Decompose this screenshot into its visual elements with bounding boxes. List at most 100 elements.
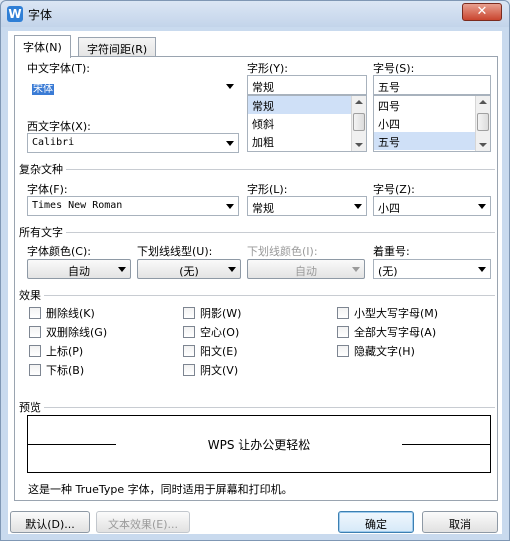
chevron-down-icon bbox=[226, 84, 234, 89]
small-caps-checkbox[interactable]: 小型大写字母(M) bbox=[337, 305, 438, 321]
divider bbox=[19, 407, 495, 408]
font-color-dropdown[interactable]: 自动 bbox=[27, 259, 131, 279]
checkbox-label: 阴文(V) bbox=[200, 364, 239, 377]
underline-style-label: 下划线线型(U): bbox=[137, 245, 213, 258]
size-label: 字号(S): bbox=[373, 62, 415, 75]
complex-size-value: 小四 bbox=[378, 202, 400, 215]
size-list[interactable]: 四号 小四 五号 bbox=[373, 95, 491, 152]
style-input[interactable]: 常规 bbox=[247, 75, 367, 95]
checkbox-box[interactable] bbox=[337, 307, 349, 319]
list-item[interactable]: 常规 bbox=[248, 96, 366, 114]
complex-font-label: 字体(F): bbox=[27, 183, 68, 196]
complex-style-combo[interactable]: 常规 bbox=[247, 196, 367, 216]
western-font-combo[interactable]: Calibri bbox=[27, 133, 239, 153]
preview-sample-text: WPS 让办公更轻松 bbox=[207, 438, 311, 452]
checkbox-label: 删除线(K) bbox=[46, 307, 95, 320]
outline-checkbox[interactable]: 空心(O) bbox=[183, 324, 239, 340]
ok-button[interactable]: 确定 bbox=[338, 511, 414, 533]
divider bbox=[19, 169, 495, 170]
chevron-down-icon bbox=[228, 267, 236, 272]
scroll-thumb[interactable] bbox=[353, 113, 365, 131]
close-icon: ✕ bbox=[476, 4, 488, 19]
underline-color-dropdown: 自动 bbox=[247, 259, 365, 279]
chevron-down-icon bbox=[354, 204, 362, 209]
engrave-checkbox[interactable]: 阴文(V) bbox=[183, 362, 238, 378]
checkbox-box[interactable] bbox=[183, 307, 195, 319]
checkbox-label: 双删除线(G) bbox=[46, 326, 108, 339]
style-label: 字形(Y): bbox=[247, 62, 289, 75]
checkbox-box[interactable] bbox=[29, 307, 41, 319]
checkbox-label: 小型大写字母(M) bbox=[354, 307, 439, 320]
western-font-value: Calibri bbox=[32, 137, 75, 148]
checkbox-box[interactable] bbox=[29, 326, 41, 338]
list-item[interactable]: 小四 bbox=[374, 114, 490, 132]
checkbox-label: 阴影(W) bbox=[200, 307, 242, 320]
double-strikethrough-checkbox[interactable]: 双删除线(G) bbox=[29, 324, 107, 340]
scroll-up-icon[interactable] bbox=[479, 100, 487, 104]
complex-font-combo[interactable]: Times New Roman bbox=[27, 196, 239, 216]
list-item[interactable]: 倾斜 bbox=[248, 114, 366, 132]
scroll-thumb[interactable] bbox=[477, 113, 489, 131]
scroll-down-icon[interactable] bbox=[355, 143, 363, 147]
size-input[interactable]: 五号 bbox=[373, 75, 491, 95]
list-item[interactable]: 五号 bbox=[374, 132, 490, 150]
font-dialog: W 字体 ✕ 字体(N) 字符间距(R) 中文字体(T): 宋体 西文字体(X)… bbox=[0, 0, 510, 541]
title-bar: W 字体 ✕ bbox=[1, 1, 509, 27]
font-description: 这是一种 TrueType 字体，同时适用于屏幕和打印机。 bbox=[28, 483, 293, 496]
checkbox-label: 阳文(E) bbox=[200, 345, 238, 358]
complex-size-label: 字号(Z): bbox=[373, 183, 415, 196]
subscript-checkbox[interactable]: 下标(B) bbox=[29, 362, 84, 378]
chinese-font-value: 宋体 bbox=[32, 84, 54, 95]
default-button[interactable]: 默认(D)... bbox=[10, 511, 90, 533]
text-effect-button: 文本效果(E)... bbox=[96, 511, 190, 533]
style-list[interactable]: 常规 倾斜 加粗 bbox=[247, 95, 367, 152]
checkbox-box[interactable] bbox=[183, 345, 195, 357]
chevron-down-icon bbox=[226, 204, 234, 209]
chevron-down-icon bbox=[226, 141, 234, 146]
chinese-font-label: 中文字体(T): bbox=[27, 62, 91, 75]
checkbox-box[interactable] bbox=[29, 345, 41, 357]
font-color-label: 字体颜色(C): bbox=[27, 245, 91, 258]
checkbox-box[interactable] bbox=[29, 364, 41, 376]
hidden-text-checkbox[interactable]: 隐藏文字(H) bbox=[337, 343, 415, 359]
underline-style-dropdown[interactable]: (无) bbox=[137, 259, 241, 279]
chinese-font-combo[interactable]: 宋体 bbox=[27, 76, 239, 96]
complex-size-combo[interactable]: 小四 bbox=[373, 196, 491, 216]
list-item[interactable]: 四号 bbox=[374, 96, 490, 114]
underline-color-label: 下划线颜色(I): bbox=[247, 245, 318, 258]
all-text-section-heading: 所有文字 bbox=[19, 224, 66, 240]
scroll-down-icon[interactable] bbox=[479, 143, 487, 147]
size-list-scrollbar[interactable] bbox=[475, 96, 490, 151]
close-button[interactable]: ✕ bbox=[462, 3, 502, 21]
underline-color-value: 自动 bbox=[295, 265, 317, 278]
complex-section-heading: 复杂文种 bbox=[19, 161, 66, 177]
all-caps-checkbox[interactable]: 全部大写字母(A) bbox=[337, 324, 436, 340]
checkbox-label: 下标(B) bbox=[46, 364, 85, 377]
emboss-checkbox[interactable]: 阳文(E) bbox=[183, 343, 238, 359]
checkbox-box[interactable] bbox=[337, 326, 349, 338]
shadow-checkbox[interactable]: 阴影(W) bbox=[183, 305, 241, 321]
checkbox-label: 上标(P) bbox=[46, 345, 84, 358]
emphasis-mark-value: (无) bbox=[378, 265, 398, 278]
chevron-down-icon bbox=[478, 267, 486, 272]
scroll-up-icon[interactable] bbox=[355, 100, 363, 104]
cancel-button[interactable]: 取消 bbox=[422, 511, 498, 533]
checkbox-box[interactable] bbox=[183, 326, 195, 338]
tab-font[interactable]: 字体(N) bbox=[14, 35, 71, 58]
checkbox-box[interactable] bbox=[183, 364, 195, 376]
dialog-body: 字体(N) 字符间距(R) 中文字体(T): 宋体 西文字体(X): Calib… bbox=[8, 31, 502, 534]
chevron-down-icon bbox=[118, 267, 126, 272]
preview-box: WPS 让办公更轻松 bbox=[27, 415, 491, 473]
strikethrough-checkbox[interactable]: 删除线(K) bbox=[29, 305, 95, 321]
list-item[interactable]: 加粗 bbox=[248, 132, 366, 150]
checkbox-label: 全部大写字母(A) bbox=[354, 326, 437, 339]
emphasis-mark-combo[interactable]: (无) bbox=[373, 259, 491, 279]
font-color-value: 自动 bbox=[68, 265, 90, 278]
divider bbox=[19, 295, 495, 296]
style-list-scrollbar[interactable] bbox=[351, 96, 366, 151]
wps-app-icon: W bbox=[7, 6, 23, 22]
complex-style-label: 字形(L): bbox=[247, 183, 288, 196]
superscript-checkbox[interactable]: 上标(P) bbox=[29, 343, 83, 359]
checkbox-box[interactable] bbox=[337, 345, 349, 357]
tab-character-spacing[interactable]: 字符间距(R) bbox=[78, 37, 157, 57]
